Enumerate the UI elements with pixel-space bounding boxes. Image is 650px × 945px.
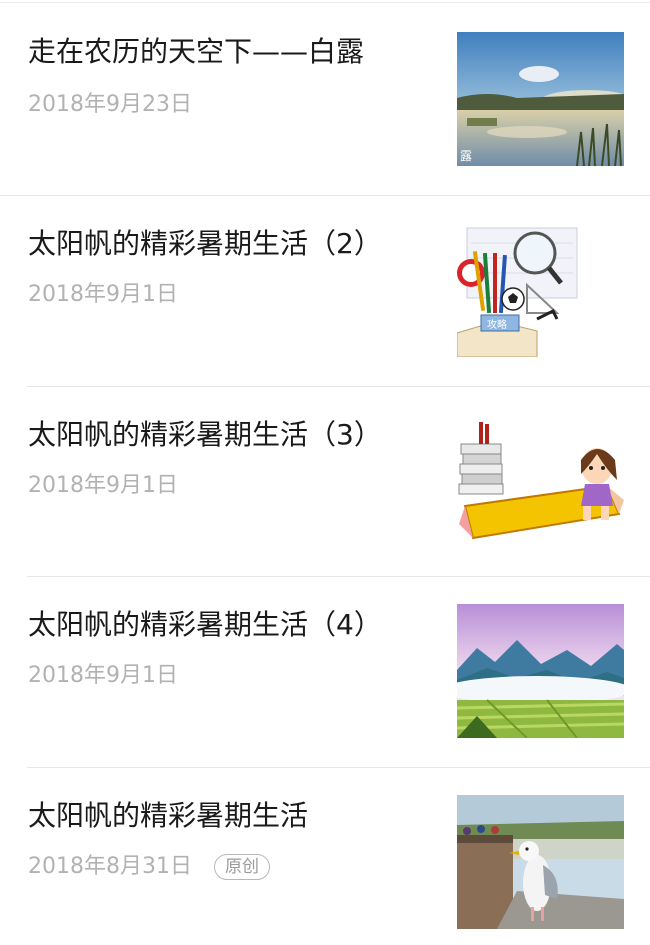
divider [27,576,650,577]
thumb-caption: 攻略 [487,318,507,331]
original-badge: 原创 [213,854,270,880]
article-meta: 2018年9月1日 [28,661,178,691]
article-item[interactable]: 太阳帆的精彩暑期生活（3） 2018年9月1日 [0,411,650,601]
mountain-fields-image [457,604,624,738]
divider [0,195,650,196]
divider [27,767,650,768]
article-title[interactable]: 走在农历的天空下——白露 [28,32,364,72]
article-date: 2018年9月1日 [28,473,178,498]
article-meta: 2018年9月1日 [28,280,178,310]
school-supplies-image: 攻略 [457,223,624,357]
article-title[interactable]: 太阳帆的精彩暑期生活（2） [28,224,382,264]
article-date: 2018年8月31日 [28,854,192,879]
girl-on-pencil-thumbnail[interactable] [457,414,624,548]
mountain-fields-thumbnail[interactable] [457,604,624,738]
article-item[interactable]: 走在农历的天空下——白露 2018年9月23日 露 [0,28,650,218]
article-date: 2018年9月23日 [28,92,192,117]
article-date: 2018年9月1日 [28,663,178,688]
article-item[interactable]: 太阳帆的精彩暑期生活（2） 2018年9月1日 攻略 [0,220,650,410]
misty-lake-image: 露 [457,32,624,166]
divider [27,386,650,387]
article-list: 走在农历的天空下——白露 2018年9月23日 露 太阳帆的精彩暑期生活（2） … [0,0,650,945]
seagull-thumbnail[interactable] [457,795,624,929]
article-meta: 2018年9月23日 [28,90,192,120]
thumb-caption: 露 [460,149,472,163]
article-title[interactable]: 太阳帆的精彩暑期生活（3） [28,415,382,455]
article-item[interactable]: 太阳帆的精彩暑期生活（4） 2018年9月1日 [0,601,650,791]
article-meta: 2018年9月1日 [28,471,178,501]
school-supplies-thumbnail[interactable]: 攻略 [457,223,624,357]
article-item[interactable]: 太阳帆的精彩暑期生活 2018年8月31日 原创 [0,792,650,945]
seagull-image [457,795,624,929]
girl-on-pencil-image [457,414,624,548]
article-title[interactable]: 太阳帆的精彩暑期生活 [28,796,308,836]
article-title[interactable]: 太阳帆的精彩暑期生活（4） [28,605,382,645]
top-divider [0,2,650,3]
misty-lake-thumbnail[interactable]: 露 [457,32,624,166]
article-meta: 2018年8月31日 原创 [28,852,270,882]
article-date: 2018年9月1日 [28,282,178,307]
